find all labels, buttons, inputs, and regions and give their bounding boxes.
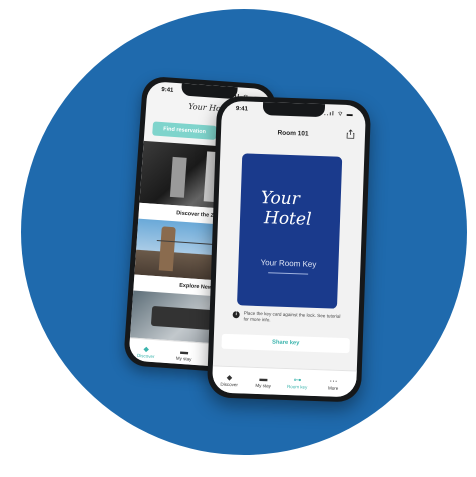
- card-label: Your Room Key: [260, 258, 317, 269]
- tab-more[interactable]: ⋯ More: [316, 376, 350, 391]
- tab-discover[interactable]: ⬥ Discover: [212, 372, 246, 387]
- photo-detail: [169, 156, 187, 198]
- tab-room-key[interactable]: ⊶ Room key: [280, 375, 314, 390]
- card-logo-line2: Hotel: [263, 208, 312, 230]
- status-icons: ..ıl ⌔ ▬: [323, 111, 354, 119]
- bridge-tower: [158, 226, 176, 272]
- tab-label: My stay: [175, 355, 192, 362]
- room-key-card: Your Hotel Your Room Key: [237, 153, 343, 309]
- tab-my-stay[interactable]: ▬ My stay: [246, 374, 280, 389]
- info-text: Place the key card against the lock. See…: [243, 310, 341, 323]
- tab-label: Room key: [286, 384, 308, 390]
- share-key-button[interactable]: Share key: [221, 333, 350, 354]
- tab-bar: ⬥ Discover ▬ My stay ⊶ Room key ⋯ More: [211, 365, 357, 398]
- card-logo-line1: Your: [260, 187, 301, 210]
- phone-notch: [262, 102, 326, 118]
- tab-discover[interactable]: ⬥ Discover: [131, 344, 162, 360]
- tab-label: My stay: [255, 382, 272, 389]
- share-icon[interactable]: [346, 129, 355, 139]
- front-phone-screen: 9:41 ..ıl ⌔ ▬ Room 101 Your Hotel Your R…: [211, 100, 367, 398]
- tab-label: More: [327, 385, 339, 391]
- tab-label: Discover: [220, 381, 239, 388]
- card-divider: [268, 272, 309, 275]
- tab-my-stay[interactable]: ▬ My stay: [168, 346, 199, 362]
- info-icon: i: [232, 311, 240, 319]
- status-time: 9:41: [235, 106, 248, 113]
- page-title: Room 101: [277, 129, 309, 138]
- photo-detail: [150, 305, 213, 331]
- tab-label: Discover: [136, 352, 155, 360]
- front-phone: 9:41 ..ıl ⌔ ▬ Room 101 Your Hotel Your R…: [206, 95, 372, 403]
- find-reservation-button[interactable]: Find reservation: [152, 121, 217, 140]
- status-time: 9:41: [161, 86, 174, 94]
